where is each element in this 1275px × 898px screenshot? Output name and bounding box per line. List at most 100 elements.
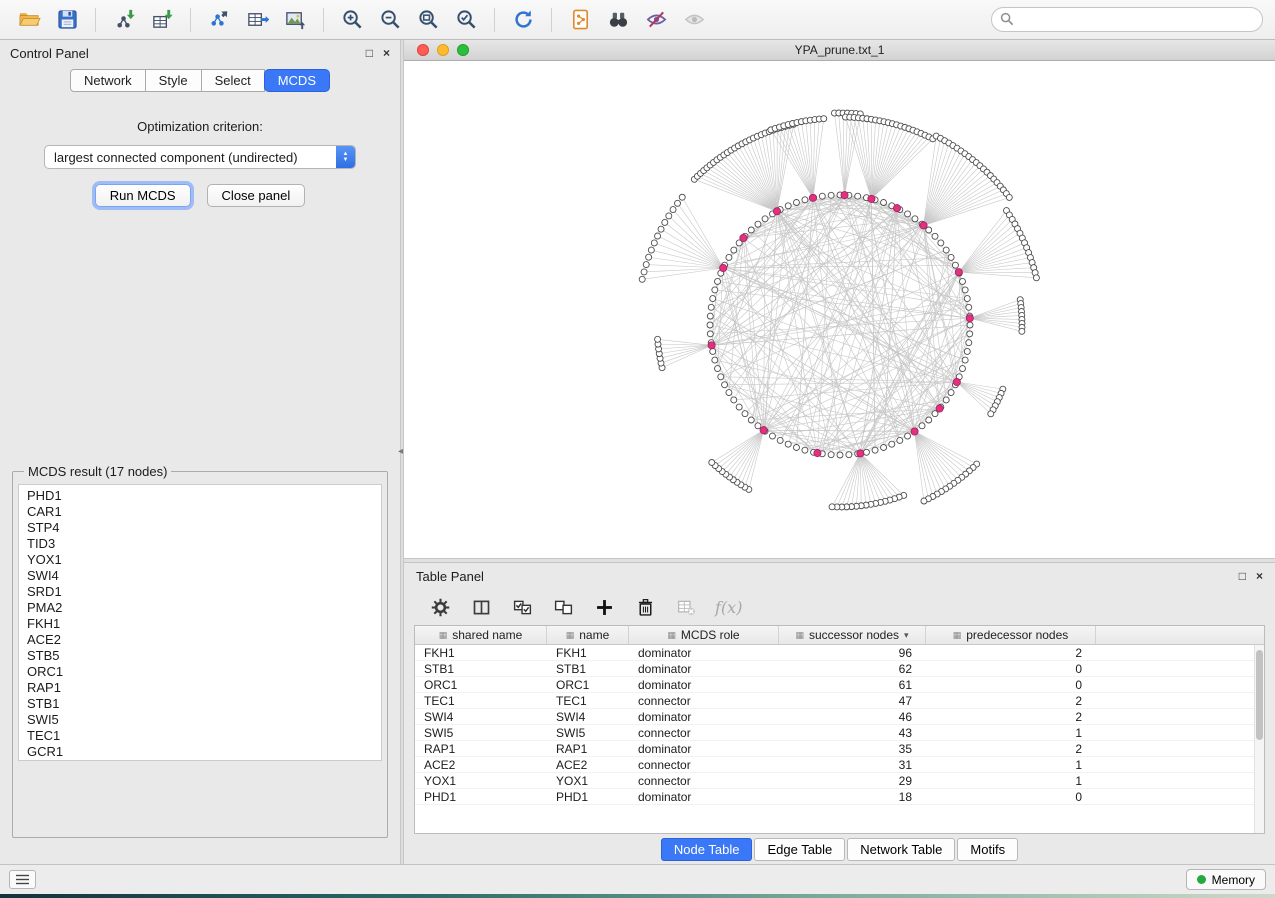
graph-hub-node[interactable]	[809, 194, 816, 201]
select-all-button[interactable]	[510, 594, 534, 620]
graph-node[interactable]	[707, 313, 713, 319]
graph-node[interactable]	[731, 397, 737, 403]
graph-hub-node[interactable]	[920, 222, 927, 229]
mcds-result-item[interactable]: YOX1	[19, 552, 381, 568]
graph-hub-node[interactable]	[740, 234, 747, 241]
graph-node[interactable]	[748, 417, 754, 423]
graph-node[interactable]	[863, 449, 869, 455]
ui-settings-button[interactable]	[9, 870, 36, 889]
mcds-result-item[interactable]: SWI4	[19, 568, 381, 584]
mcds-result-item[interactable]: PMA2	[19, 600, 381, 616]
graph-hub-node[interactable]	[868, 195, 875, 202]
hide-unselected-button[interactable]	[639, 4, 673, 36]
mcds-result-item[interactable]: RAP1	[19, 680, 381, 696]
close-panel-icon[interactable]: ×	[383, 47, 390, 59]
open-file-button[interactable]	[12, 4, 46, 36]
mcds-result-item[interactable]: TID3	[19, 536, 381, 552]
graph-node[interactable]	[943, 247, 949, 253]
table-row[interactable]: TEC1TEC1connector472	[415, 693, 1264, 709]
delete-table-button[interactable]	[674, 594, 698, 620]
table-row[interactable]: RAP1RAP1dominator352	[415, 741, 1264, 757]
mcds-result-item[interactable]: SWI5	[19, 712, 381, 728]
graph-node[interactable]	[802, 197, 808, 203]
table-row[interactable]: SWI5SWI5connector431	[415, 725, 1264, 741]
graph-node[interactable]	[959, 278, 965, 284]
delete-column-button[interactable]	[633, 594, 657, 620]
tab-select[interactable]: Select	[202, 69, 265, 92]
mcds-result-item[interactable]: FKH1	[19, 616, 381, 632]
graph-node[interactable]	[819, 193, 825, 199]
graph-node[interactable]	[964, 296, 970, 302]
graph-node[interactable]	[897, 437, 903, 443]
graph-node[interactable]	[964, 348, 970, 354]
graph-node[interactable]	[736, 404, 742, 410]
graph-node[interactable]	[881, 444, 887, 450]
column-header-shared-name[interactable]: ▦shared name	[415, 626, 547, 644]
graph-hub-node[interactable]	[953, 378, 960, 385]
graph-node[interactable]	[662, 219, 668, 225]
graph-hub-node[interactable]	[955, 269, 962, 276]
float-table-panel-icon[interactable]: □	[1239, 570, 1246, 582]
graph-node[interactable]	[912, 216, 918, 222]
graph-node[interactable]	[707, 331, 713, 337]
mcds-result-item[interactable]: STP4	[19, 520, 381, 536]
graph-node[interactable]	[905, 211, 911, 217]
graph-hub-node[interactable]	[911, 428, 918, 435]
window-zoom-button[interactable]	[457, 44, 469, 56]
table-row[interactable]: FKH1FKH1dominator962	[415, 645, 1264, 661]
graph-node[interactable]	[715, 366, 721, 372]
graph-hub-node[interactable]	[773, 208, 780, 215]
run-mcds-button[interactable]: Run MCDS	[95, 184, 191, 207]
graph-node[interactable]	[881, 200, 887, 206]
graph-node[interactable]	[793, 200, 799, 206]
graph-hub-node[interactable]	[936, 405, 943, 412]
graph-node[interactable]	[651, 240, 657, 246]
graph-node[interactable]	[967, 322, 973, 328]
mcds-result-item[interactable]: GCR1	[19, 744, 381, 760]
import-network-button[interactable]	[107, 4, 141, 36]
column-header-predecessor-nodes[interactable]: ▦predecessor nodes	[926, 626, 1096, 644]
graph-node[interactable]	[828, 192, 834, 198]
graph-hub-node[interactable]	[966, 315, 973, 322]
table-row[interactable]: YOX1YOX1connector291	[415, 773, 1264, 789]
zoom-out-button[interactable]	[373, 4, 407, 36]
memory-button[interactable]: Memory	[1186, 869, 1266, 890]
graph-node[interactable]	[948, 254, 954, 260]
export-table-button[interactable]	[240, 4, 274, 36]
zoom-fit-button[interactable]	[411, 4, 445, 36]
tab-mcds[interactable]: MCDS	[264, 69, 330, 92]
mcds-result-item[interactable]: PHD1	[19, 488, 381, 504]
graph-node[interactable]	[709, 459, 715, 465]
optimization-criterion-select[interactable]: largest connected component (undirected)…	[44, 145, 356, 169]
graph-node[interactable]	[643, 262, 649, 268]
graph-node[interactable]	[919, 423, 925, 429]
graph-node[interactable]	[962, 357, 968, 363]
graph-node[interactable]	[655, 336, 661, 342]
mcds-result-list[interactable]: PHD1CAR1STP4TID3YOX1SWI4SRD1PMA2FKH1ACE2…	[18, 484, 382, 761]
graph-node[interactable]	[1019, 328, 1025, 334]
export-image-button[interactable]	[278, 4, 312, 36]
graph-node[interactable]	[905, 433, 911, 439]
show-columns-button[interactable]	[469, 594, 493, 620]
float-panel-icon[interactable]: □	[366, 47, 373, 59]
graph-node[interactable]	[718, 374, 724, 380]
close-mcds-panel-button[interactable]: Close panel	[207, 184, 306, 207]
graph-node[interactable]	[1006, 194, 1012, 200]
graph-node[interactable]	[777, 437, 783, 443]
mcds-result-item[interactable]: STB1	[19, 696, 381, 712]
graph-node[interactable]	[988, 411, 994, 417]
graph-node[interactable]	[712, 287, 718, 293]
graph-hub-node[interactable]	[857, 450, 864, 457]
zoom-in-button[interactable]	[335, 4, 369, 36]
graph-node[interactable]	[793, 444, 799, 450]
graph-node[interactable]	[639, 276, 645, 282]
graph-node[interactable]	[715, 278, 721, 284]
search-input[interactable]	[991, 7, 1263, 32]
column-header-successor-nodes[interactable]: ▦successor nodes▾	[779, 626, 926, 644]
window-minimize-button[interactable]	[437, 44, 449, 56]
add-column-button[interactable]	[592, 594, 616, 620]
graph-node[interactable]	[938, 240, 944, 246]
graph-node[interactable]	[762, 216, 768, 222]
graph-node[interactable]	[726, 390, 732, 396]
window-close-button[interactable]	[417, 44, 429, 56]
